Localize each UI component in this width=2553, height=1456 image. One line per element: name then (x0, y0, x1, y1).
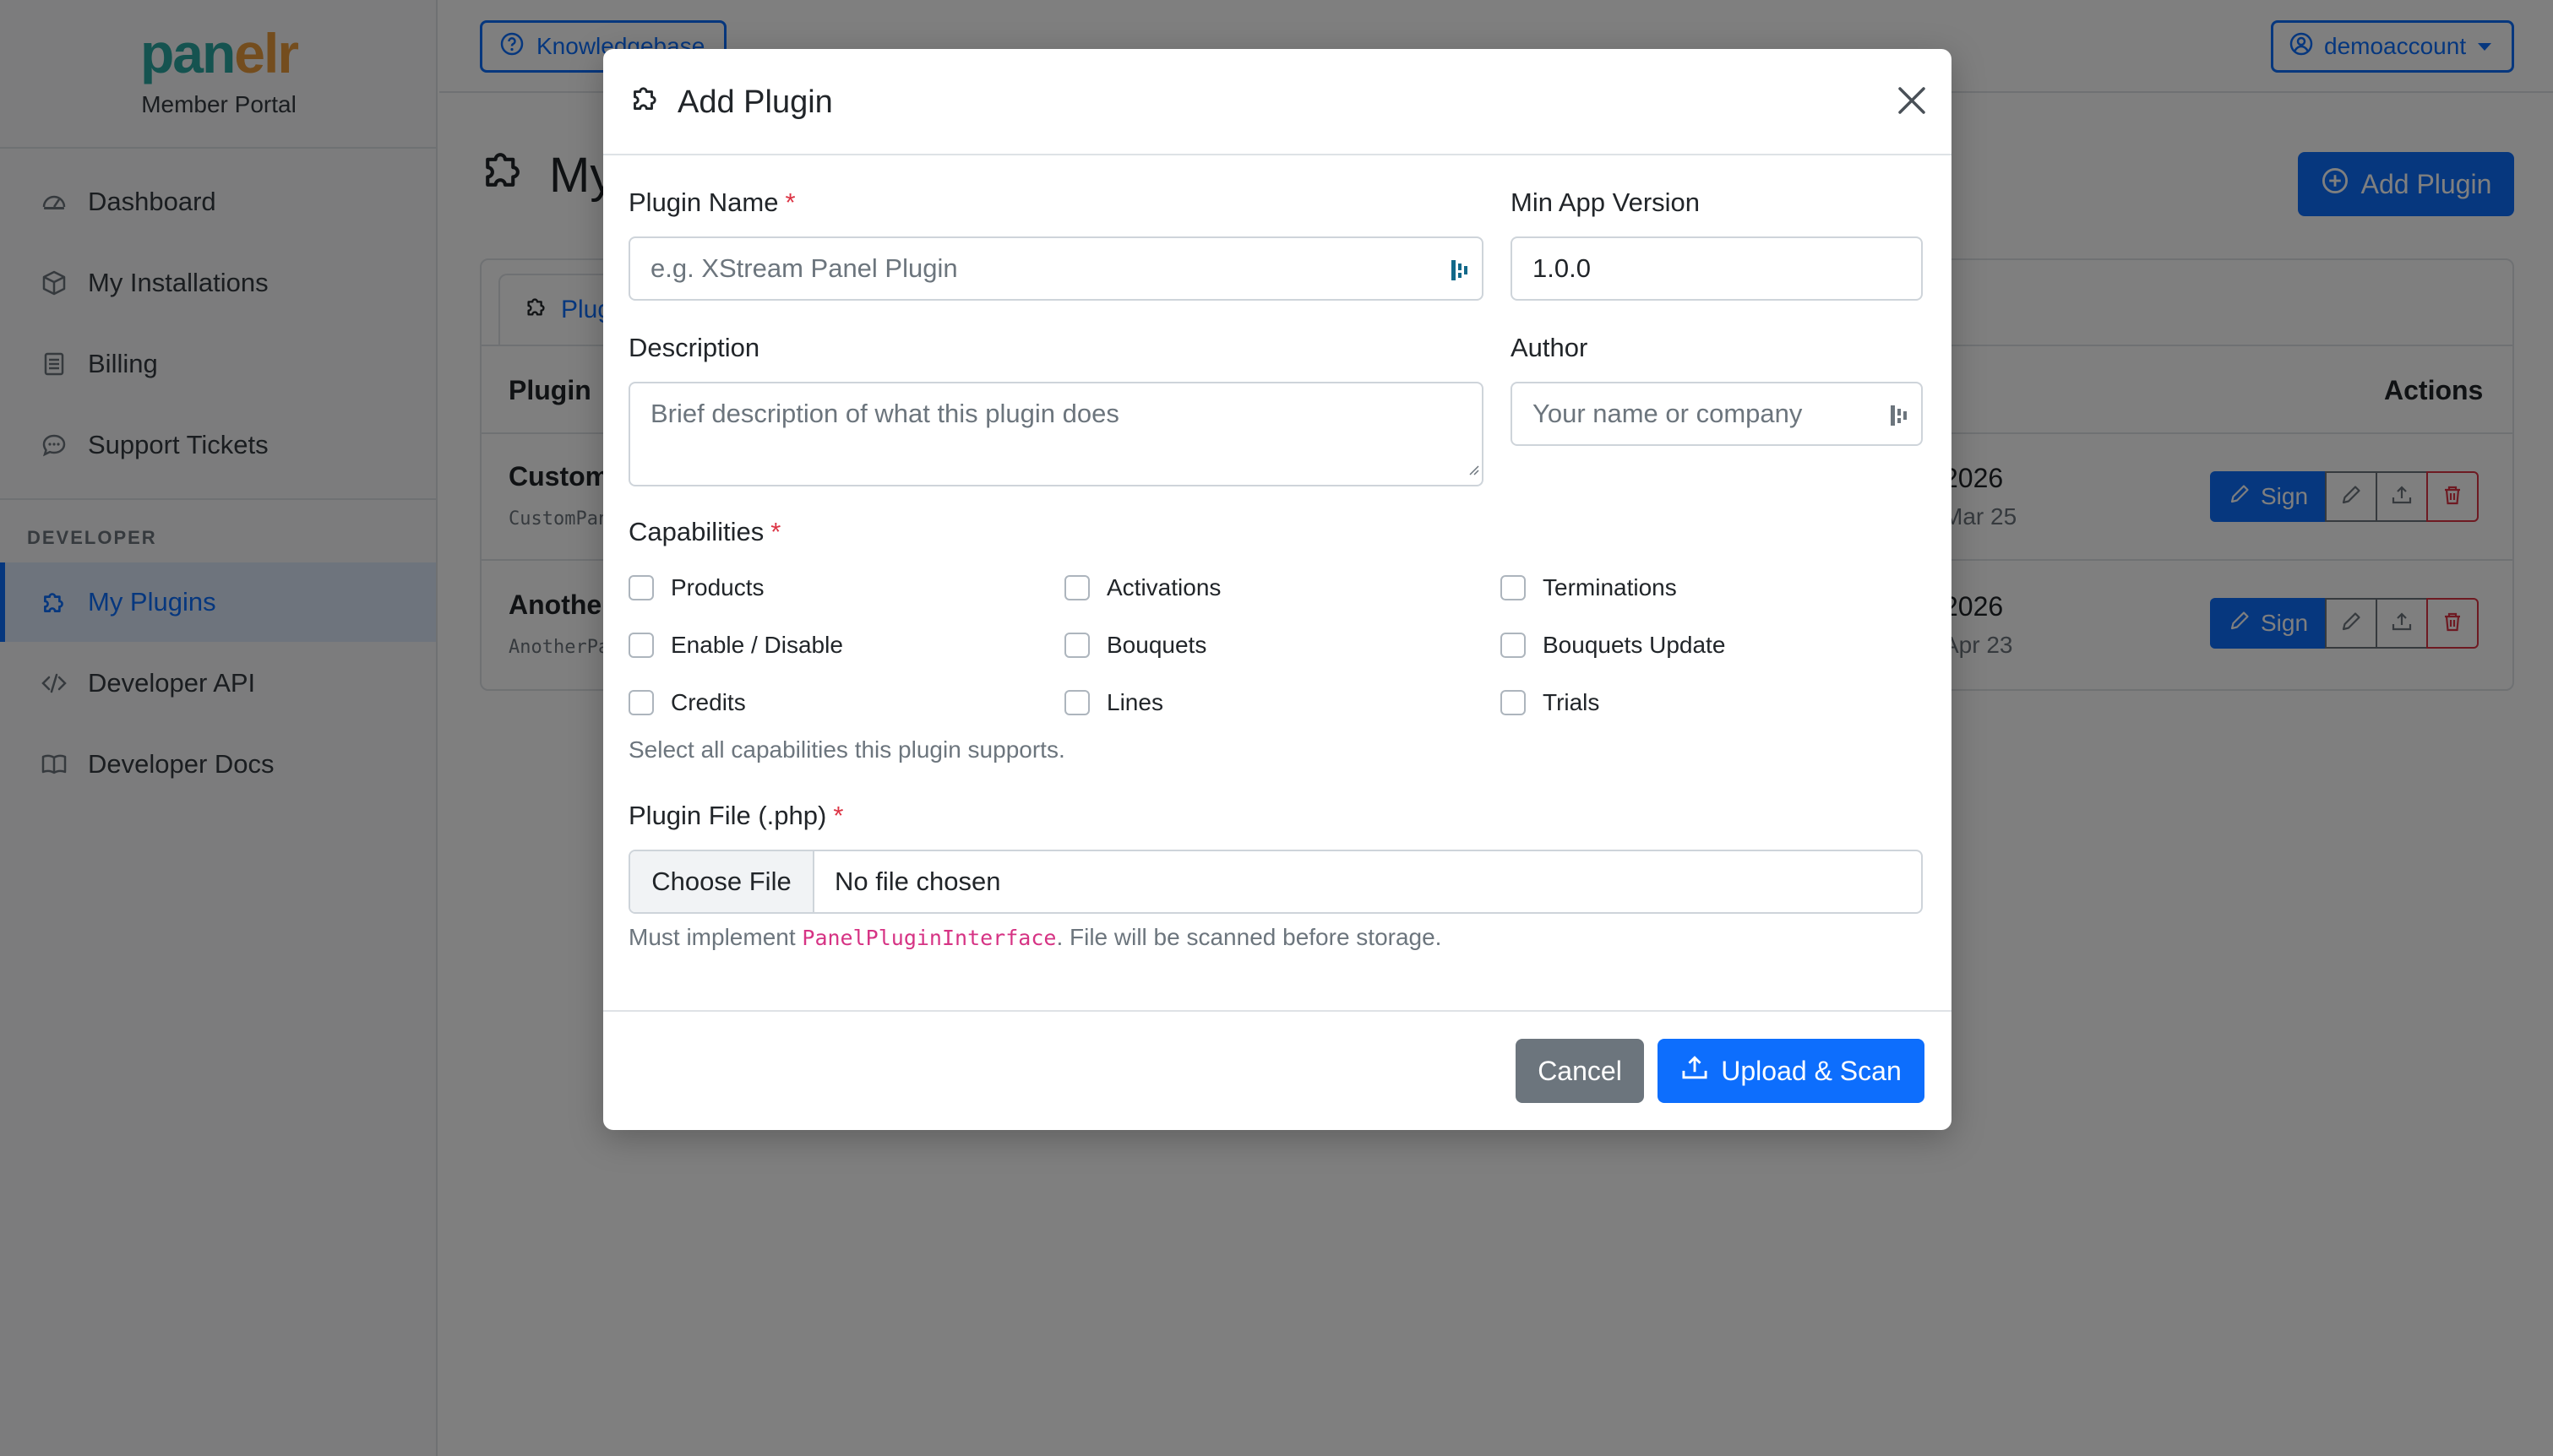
checkbox[interactable] (629, 690, 654, 715)
close-button[interactable] (1891, 81, 1933, 123)
modal-footer-divider (603, 1010, 1951, 1012)
author-input[interactable]: Your name or company (1511, 382, 1923, 446)
checkbox-label: Terminations (1543, 574, 1677, 600)
min-app-version-input[interactable]: 1.0.0 (1511, 236, 1923, 301)
autofill-icon[interactable] (1887, 402, 1911, 436)
plugin-name-input[interactable]: e.g. XStream Panel Plugin (629, 236, 1483, 301)
checkbox-label: Lines (1107, 689, 1163, 715)
interface-code: PanelPluginInterface (802, 926, 1057, 950)
checkbox[interactable] (629, 633, 654, 658)
author-placeholder: Your name or company (1532, 399, 1803, 428)
checkbox[interactable] (1500, 690, 1526, 715)
plugin-file-input[interactable]: Choose File No file chosen (629, 850, 1923, 914)
upload-label: Upload & Scan (1721, 1055, 1902, 1086)
capabilities-help-text: Select all capabilities this plugin supp… (629, 736, 1065, 763)
modal-header: Add Plugin (603, 49, 1951, 155)
capabilities-label: Capabilities * (629, 517, 781, 546)
checkbox-label: Enable / Disable (671, 632, 843, 658)
plugin-name-label: Plugin Name * (629, 187, 796, 217)
autofill-icon[interactable] (1448, 257, 1472, 291)
modal-title-text: Add Plugin (678, 84, 833, 120)
close-icon (1895, 84, 1929, 122)
cancel-button[interactable]: Cancel (1516, 1039, 1644, 1103)
choose-file-button[interactable]: Choose File (630, 851, 814, 912)
required-marker: * (833, 801, 844, 830)
checkbox[interactable] (1500, 633, 1526, 658)
capability-checkbox-bouquets[interactable]: Bouquets (1064, 632, 1206, 659)
required-marker: * (770, 517, 781, 546)
description-textarea[interactable]: Brief description of what this plugin do… (629, 382, 1483, 486)
file-status-text: No file chosen (835, 867, 1001, 896)
puzzle-icon (629, 81, 662, 123)
capability-checkbox-trials[interactable]: Trials (1500, 689, 1599, 716)
capability-checkbox-products[interactable]: Products (629, 574, 765, 601)
checkbox-label: Bouquets Update (1543, 632, 1726, 658)
checkbox[interactable] (629, 575, 654, 600)
checkbox-label: Bouquets (1107, 632, 1207, 658)
capability-checkbox-bouquets-update[interactable]: Bouquets Update (1500, 632, 1725, 659)
capability-checkbox-activations[interactable]: Activations (1064, 574, 1221, 601)
min-app-version-value: 1.0.0 (1532, 253, 1591, 283)
modal-title: Add Plugin (629, 81, 833, 123)
plugin-file-help-text: Must implement PanelPluginInterface. Fil… (629, 924, 1442, 950)
upload-icon (1680, 1053, 1709, 1089)
capability-checkbox-enable-disable[interactable]: Enable / Disable (629, 632, 843, 659)
checkbox[interactable] (1064, 633, 1090, 658)
checkbox[interactable] (1064, 690, 1090, 715)
checkbox-label: Products (671, 574, 765, 600)
author-label: Author (1511, 333, 1588, 362)
plugin-file-label: Plugin File (.php) * (629, 801, 844, 830)
checkbox[interactable] (1500, 575, 1526, 600)
checkbox-label: Credits (671, 689, 746, 715)
description-label: Description (629, 333, 760, 362)
capability-checkbox-lines[interactable]: Lines (1064, 689, 1163, 716)
upload-and-scan-button[interactable]: Upload & Scan (1658, 1039, 1924, 1103)
min-app-version-label: Min App Version (1511, 187, 1701, 217)
capability-checkbox-credits[interactable]: Credits (629, 689, 746, 716)
resize-handle-icon[interactable] (1467, 453, 1480, 483)
checkbox[interactable] (1064, 575, 1090, 600)
capability-checkbox-terminations[interactable]: Terminations (1500, 574, 1677, 601)
checkbox-label: Trials (1543, 689, 1600, 715)
checkbox-label: Activations (1107, 574, 1222, 600)
add-plugin-modal: Add Plugin Plugin Name * e.g. XStream Pan… (603, 49, 1951, 1130)
plugin-name-placeholder: e.g. XStream Panel Plugin (650, 253, 958, 283)
description-placeholder: Brief description of what this plugin do… (650, 399, 1119, 428)
required-marker: * (785, 187, 796, 217)
